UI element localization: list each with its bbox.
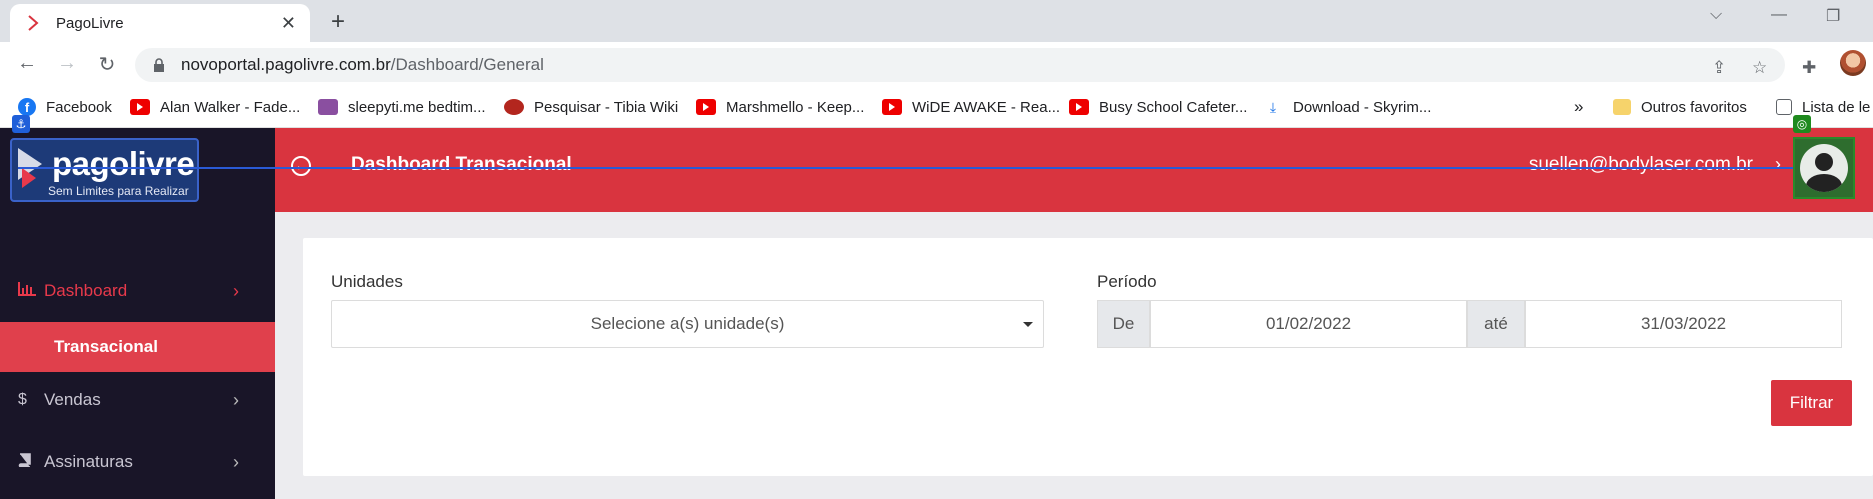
youtube-icon [130, 99, 150, 115]
to-addon: até [1467, 300, 1525, 348]
target-icon: ◎ [1793, 115, 1811, 133]
bookmark-label: Outros favoritos [1641, 98, 1747, 116]
other-bookmarks[interactable]: Outros favoritos [1613, 95, 1747, 119]
url-path: /Dashboard/General [390, 55, 544, 74]
sidebar-subitem-transacional[interactable]: Transacional [0, 322, 275, 372]
tab-search-icon[interactable]: ⌵ [1710, 6, 1722, 24]
reload-icon[interactable]: ↻ [94, 52, 120, 77]
bookmark-sleepytime[interactable]: sleepyti.me bedtim... [318, 95, 486, 119]
filter-button[interactable]: Filtrar [1771, 380, 1852, 426]
logo-tagline: Sem Limites para Realizar [48, 184, 189, 198]
date-to-input[interactable]: 31/03/2022 [1525, 300, 1842, 348]
folder-icon [1613, 99, 1631, 115]
bookmark-busy-school[interactable]: Busy School Cafeter... [1069, 95, 1247, 119]
forward-arrow-icon[interactable]: → [54, 52, 80, 75]
bookmark-tibia-wiki[interactable]: Pesquisar - Tibia Wiki [504, 95, 678, 119]
sidebar-item-label: Vendas [44, 390, 101, 409]
bookmark-label: WiDE AWAKE - Rea... [912, 98, 1061, 116]
sidebar: pagolivre Sem Limites para Realizar Dash… [0, 128, 275, 499]
download-icon: ⤓ [1269, 98, 1277, 115]
periodo-label: Período [1097, 272, 1157, 291]
bookmark-label: Marshmello - Keep... [726, 98, 865, 116]
chevron-right-icon: › [233, 451, 239, 472]
dollar-icon: $ [18, 391, 27, 408]
user-email[interactable]: suellen@bodylaser.com.br [1529, 154, 1753, 176]
close-tab-icon[interactable]: ✕ [281, 13, 296, 34]
lock-icon [154, 58, 164, 72]
sleepytime-icon [318, 99, 338, 115]
caret-down-icon [1023, 322, 1033, 327]
bookmark-label: Busy School Cafeter... [1099, 98, 1248, 116]
url-host: novoportal.pagolivre.com.br [181, 55, 391, 74]
user-avatar-icon [1800, 144, 1848, 192]
filter-card [303, 238, 1873, 476]
logo-word: pagolivre [52, 145, 195, 182]
restore-icon[interactable]: ❐ [1826, 6, 1840, 26]
bookmarks-bar: f Facebook Alan Walker - Fade... sleepyt… [0, 88, 1873, 128]
share-icon[interactable]: ⇪ [1712, 58, 1726, 78]
from-addon: De [1097, 300, 1150, 348]
reading-list[interactable]: Lista de le [1776, 95, 1870, 119]
bookmark-label: Facebook [46, 98, 112, 116]
book-icon [18, 452, 44, 472]
profile-avatar[interactable] [1840, 50, 1866, 76]
bookmarks-overflow[interactable]: » [1574, 95, 1583, 119]
pagolivre-favicon [28, 15, 39, 31]
browser-tabstrip: PagoLivre ✕ + ⌵ — ❐ [0, 0, 1873, 42]
browser-tab[interactable]: PagoLivre ✕ [10, 4, 310, 42]
unidades-select[interactable]: Selecione a(s) unidade(s) [331, 300, 1044, 348]
bookmark-marshmello[interactable]: Marshmello - Keep... [696, 95, 864, 119]
star-icon[interactable]: ☆ [1752, 58, 1767, 78]
bookmark-label: sleepyti.me bedtim... [348, 98, 486, 116]
sidebar-item-assinaturas[interactable]: Assinaturas › [0, 434, 275, 490]
youtube-icon [696, 99, 716, 115]
address-bar[interactable]: novoportal.pagolivre.com.br/Dashboard/Ge… [135, 48, 1785, 82]
minimize-icon[interactable]: — [1771, 6, 1787, 24]
logo-mark-accent-icon [22, 168, 36, 188]
facebook-icon: f [18, 98, 36, 116]
page-title: Dashboard Transacional [351, 154, 572, 175]
sidebar-item-label: Assinaturas [44, 452, 133, 471]
sidebar-item-dashboard[interactable]: Dashboard › [0, 263, 275, 319]
unidades-label: Unidades [331, 272, 403, 291]
new-tab-icon[interactable]: + [326, 8, 350, 36]
back-arrow-icon[interactable]: ← [14, 52, 40, 75]
youtube-icon [1069, 99, 1089, 115]
sidebar-item-label: Dashboard [44, 281, 128, 300]
back-circle-icon[interactable]: ← [291, 156, 311, 176]
chevron-right-icon: › [233, 389, 239, 410]
date-from-input[interactable]: 01/02/2022 [1150, 300, 1467, 348]
chevron-right-icon[interactable]: › [1775, 154, 1781, 175]
user-avatar[interactable] [1793, 137, 1855, 199]
bookmark-label: Lista de le [1802, 98, 1871, 116]
tibia-icon [504, 99, 524, 115]
annotation-line [18, 167, 1793, 169]
tab-title: PagoLivre [56, 14, 124, 32]
browser-toolbar: ← → ↻ novoportal.pagolivre.com.br/Dashbo… [0, 42, 1873, 88]
bookmark-wide-awake[interactable]: WiDE AWAKE - Rea... [882, 95, 1060, 119]
app-header: ← Dashboard Transacional suellen@bodylas… [275, 128, 1873, 212]
bookmark-facebook[interactable]: f Facebook [18, 95, 112, 119]
bookmark-alan-walker[interactable]: Alan Walker - Fade... [130, 95, 300, 119]
unidades-placeholder: Selecione a(s) unidade(s) [590, 314, 785, 333]
bookmark-skyrim[interactable]: ⤓ Download - Skyrim... [1263, 95, 1431, 119]
sidebar-item-vendas[interactable]: $ Vendas › [0, 372, 275, 428]
chevron-right-icon: › [233, 280, 239, 301]
bookmark-label: Alan Walker - Fade... [160, 98, 301, 116]
extensions-icon[interactable]: ✚ [1802, 58, 1816, 78]
bookmark-label: Pesquisar - Tibia Wiki [534, 98, 679, 116]
youtube-icon [882, 99, 902, 115]
reading-list-icon [1776, 99, 1792, 115]
chart-icon [18, 281, 44, 301]
pagolivre-logo[interactable]: pagolivre Sem Limites para Realizar [10, 138, 199, 202]
anchor-icon: ⚓ [12, 115, 30, 133]
bookmark-label: Download - Skyrim... [1293, 98, 1432, 116]
